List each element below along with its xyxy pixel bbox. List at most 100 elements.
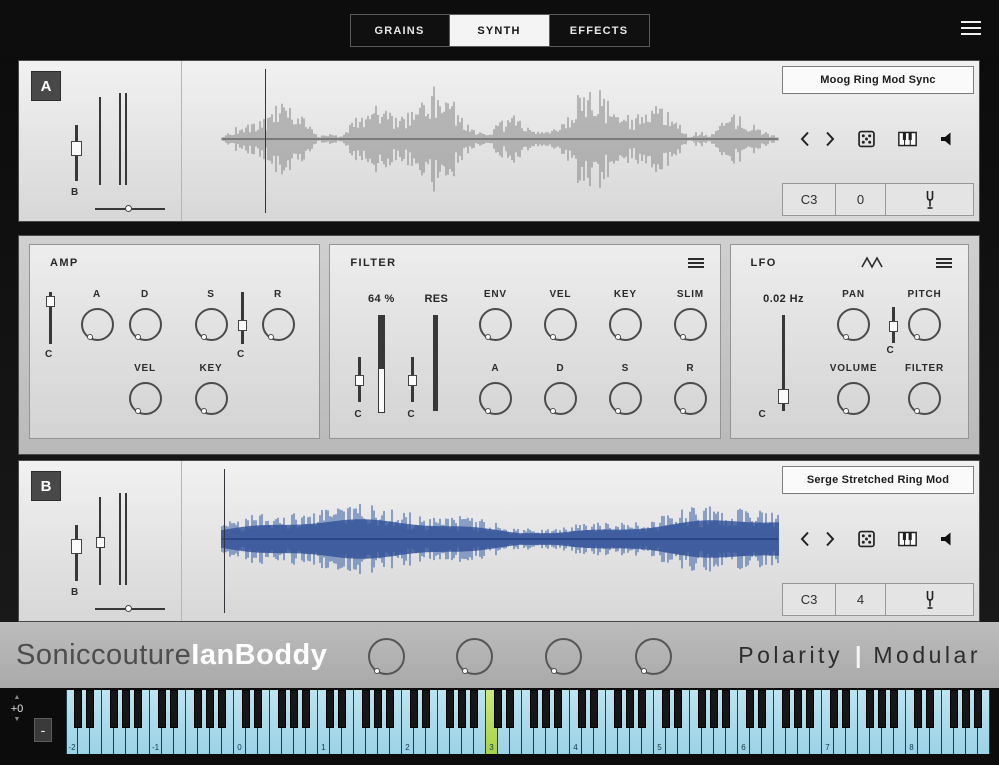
- layer-b-root-note[interactable]: C3: [782, 583, 836, 616]
- keyboard-minus-button[interactable]: -: [34, 718, 52, 742]
- piano-key-black[interactable]: [86, 690, 94, 728]
- piano-key-black[interactable]: [458, 690, 466, 728]
- piano-key-black[interactable]: [170, 690, 178, 728]
- filter-res-slider[interactable]: [433, 315, 438, 411]
- layer-b-tune[interactable]: 4: [836, 583, 886, 616]
- amp-release-knob[interactable]: [262, 308, 295, 341]
- piano-key-black[interactable]: [494, 690, 502, 728]
- piano-key-black[interactable]: [878, 690, 886, 728]
- piano-key-black[interactable]: [386, 690, 394, 728]
- macro-knob-3[interactable]: [545, 638, 582, 675]
- filter-mod-slider-1[interactable]: [358, 357, 361, 402]
- piano-key-black[interactable]: [842, 690, 850, 728]
- piano-key-black[interactable]: [614, 690, 622, 728]
- piano-key-black[interactable]: [338, 690, 346, 728]
- layer-a-tuning-fork-icon[interactable]: [886, 183, 974, 216]
- amp-key-knob[interactable]: [195, 382, 228, 415]
- filter-slim-knob[interactable]: [674, 308, 707, 341]
- piano-key-black[interactable]: [890, 690, 898, 728]
- piano-key-black[interactable]: [410, 690, 418, 728]
- piano-key-black[interactable]: [134, 690, 142, 728]
- layer-a-tune[interactable]: 0: [836, 183, 886, 216]
- filter-env-knob[interactable]: [479, 308, 512, 341]
- amp-slider-2[interactable]: [241, 292, 244, 344]
- lfo-pitch-knob[interactable]: [908, 308, 941, 341]
- layer-a-level-slider[interactable]: [99, 97, 101, 185]
- transpose-down-icon[interactable]: ▼: [4, 716, 30, 724]
- layer-a-pan-slider[interactable]: [95, 208, 165, 210]
- piano-key-black[interactable]: [242, 690, 250, 728]
- layer-b-pan-slider[interactable]: [95, 608, 165, 610]
- piano-key-black[interactable]: [374, 690, 382, 728]
- piano-key-black[interactable]: [542, 690, 550, 728]
- lfo-volume-knob[interactable]: [837, 382, 870, 415]
- random-dice-icon[interactable]: [858, 130, 875, 147]
- speaker-icon[interactable]: [940, 131, 956, 146]
- transpose-up-icon[interactable]: ▲: [4, 694, 30, 702]
- filter-release-knob[interactable]: [674, 382, 707, 415]
- piano-keyboard[interactable]: -2-1012345678: [66, 690, 990, 754]
- piano-key-black[interactable]: [278, 690, 286, 728]
- piano-key-black[interactable]: [206, 690, 214, 728]
- piano-key-black[interactable]: [470, 690, 478, 728]
- macro-knob-2[interactable]: [456, 638, 493, 675]
- piano-key-black[interactable]: [758, 690, 766, 728]
- amp-decay-knob[interactable]: [129, 308, 162, 341]
- piano-key-black[interactable]: [590, 690, 598, 728]
- amp-slider-1[interactable]: [49, 292, 52, 344]
- amp-attack-knob[interactable]: [81, 308, 114, 341]
- macro-knob-1[interactable]: [368, 638, 405, 675]
- piano-key-black[interactable]: [422, 690, 430, 728]
- keyboard-map-icon[interactable]: [898, 131, 917, 146]
- piano-key-black[interactable]: [926, 690, 934, 728]
- amp-sustain-knob[interactable]: [195, 308, 228, 341]
- keyboard-map-icon[interactable]: [898, 531, 917, 546]
- piano-key-black[interactable]: [530, 690, 538, 728]
- piano-key-black[interactable]: [158, 690, 166, 728]
- piano-key-black[interactable]: [254, 690, 262, 728]
- piano-key-black[interactable]: [506, 690, 514, 728]
- piano-key-black[interactable]: [866, 690, 874, 728]
- piano-key-black[interactable]: [638, 690, 646, 728]
- piano-key-black[interactable]: [302, 690, 310, 728]
- piano-key-black[interactable]: [830, 690, 838, 728]
- random-dice-icon[interactable]: [858, 530, 875, 547]
- layer-a-volume-slider[interactable]: [75, 125, 78, 181]
- piano-key-black[interactable]: [362, 690, 370, 728]
- piano-key-black[interactable]: [806, 690, 814, 728]
- piano-key-black[interactable]: [290, 690, 298, 728]
- piano-key-black[interactable]: [554, 690, 562, 728]
- piano-key-black[interactable]: [110, 690, 118, 728]
- piano-key-black[interactable]: [698, 690, 706, 728]
- piano-key-black[interactable]: [578, 690, 586, 728]
- lfo-waveshape-icon[interactable]: [861, 256, 883, 274]
- filter-sustain-knob[interactable]: [609, 382, 642, 415]
- next-sample-icon[interactable]: [826, 531, 835, 546]
- prev-sample-icon[interactable]: [800, 131, 809, 146]
- filter-attack-knob[interactable]: [479, 382, 512, 415]
- lfo-menu-icon[interactable]: [936, 258, 952, 268]
- lfo-rate-slider[interactable]: [782, 315, 785, 411]
- main-menu-icon[interactable]: [961, 21, 981, 35]
- filter-cutoff-slider[interactable]: [378, 315, 385, 413]
- filter-menu-icon[interactable]: [688, 258, 704, 268]
- piano-key-black[interactable]: [446, 690, 454, 728]
- layer-a-preset-selector[interactable]: Moog Ring Mod Sync: [782, 66, 974, 94]
- layer-b-waveform[interactable]: [182, 461, 782, 621]
- piano-key-black[interactable]: [218, 690, 226, 728]
- layer-a-root-note[interactable]: C3: [782, 183, 836, 216]
- layer-b-preset-selector[interactable]: Serge Stretched Ring Mod: [782, 466, 974, 494]
- piano-key-black[interactable]: [914, 690, 922, 728]
- lfo-pan-knob[interactable]: [837, 308, 870, 341]
- piano-key-black[interactable]: [74, 690, 82, 728]
- prev-sample-icon[interactable]: [800, 531, 809, 546]
- piano-key-black[interactable]: [710, 690, 718, 728]
- next-sample-icon[interactable]: [826, 131, 835, 146]
- piano-key-black[interactable]: [194, 690, 202, 728]
- piano-key-black[interactable]: [746, 690, 754, 728]
- filter-mod-slider-2[interactable]: [411, 357, 414, 402]
- piano-key-black[interactable]: [962, 690, 970, 728]
- piano-key-black[interactable]: [662, 690, 670, 728]
- piano-key-black[interactable]: [794, 690, 802, 728]
- amp-vel-knob[interactable]: [129, 382, 162, 415]
